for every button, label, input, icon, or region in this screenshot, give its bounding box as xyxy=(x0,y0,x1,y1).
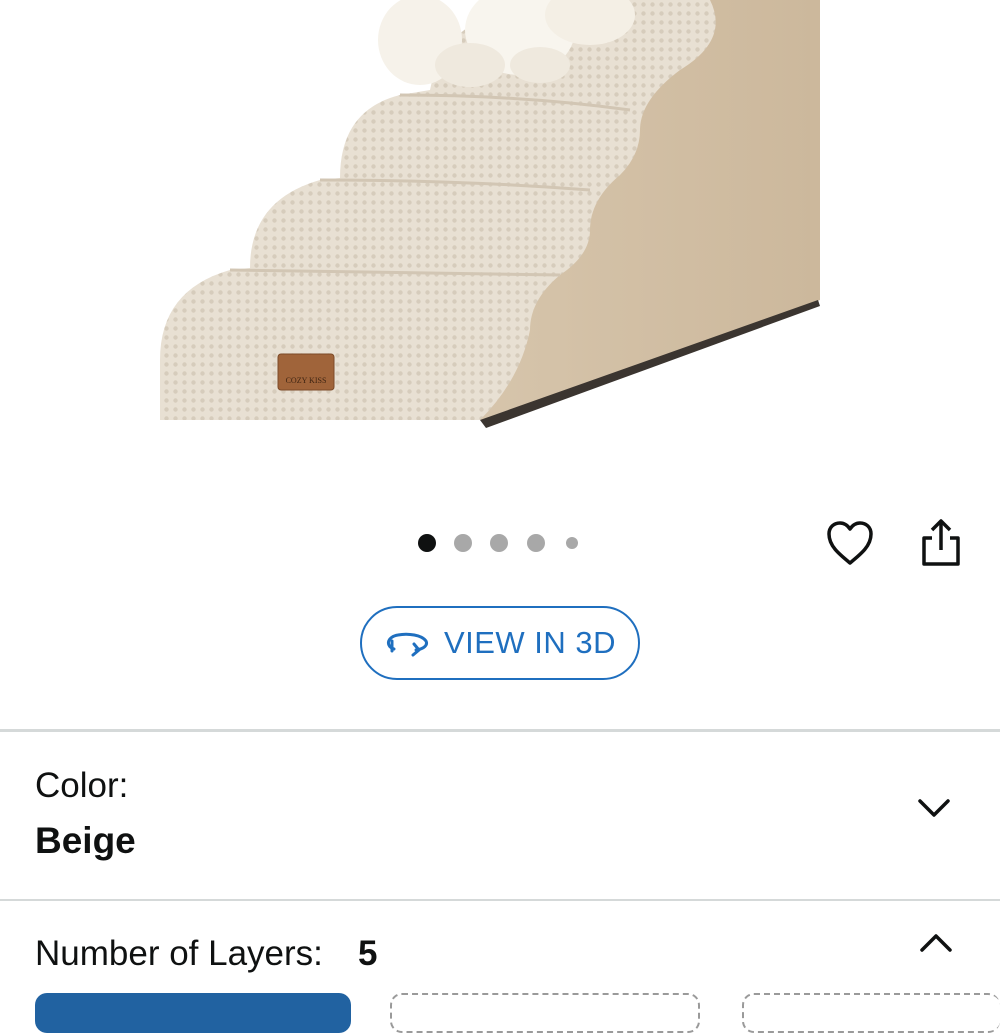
image-carousel-dots[interactable] xyxy=(410,532,590,554)
share-button[interactable] xyxy=(914,516,968,570)
layer-option[interactable] xyxy=(390,993,700,1033)
layer-option-selected[interactable] xyxy=(35,993,351,1033)
layer-option[interactable] xyxy=(742,993,1000,1033)
view-in-3d-button[interactable]: VIEW IN 3D xyxy=(360,606,640,680)
heart-outline-icon xyxy=(827,521,873,565)
color-selector[interactable]: Color: Beige xyxy=(0,732,1000,899)
product-image[interactable]: COZY KISS xyxy=(0,0,1000,500)
carousel-dot-3[interactable] xyxy=(490,534,508,552)
view-in-3d-label: VIEW IN 3D xyxy=(443,625,617,660)
rotate-3d-icon xyxy=(384,629,430,657)
color-value: Beige xyxy=(35,820,136,861)
chevron-down-icon[interactable] xyxy=(914,788,954,828)
carousel-dot-5[interactable] xyxy=(566,537,578,549)
chevron-up-icon[interactable] xyxy=(916,923,956,963)
wishlist-button[interactable] xyxy=(822,515,878,571)
share-icon xyxy=(922,519,960,566)
color-label: Color: xyxy=(35,766,129,805)
dog-stairs-illustration: COZY KISS xyxy=(160,0,820,428)
carousel-dot-1[interactable] xyxy=(418,534,436,552)
brand-tag-text: COZY KISS xyxy=(286,376,327,385)
layers-label: Number of Layers: xyxy=(35,934,323,973)
layers-value: 5 xyxy=(358,934,378,973)
carousel-dot-2[interactable] xyxy=(454,534,472,552)
carousel-dot-4[interactable] xyxy=(527,534,545,552)
layers-selector: Number of Layers: 5 xyxy=(0,901,1000,1000)
